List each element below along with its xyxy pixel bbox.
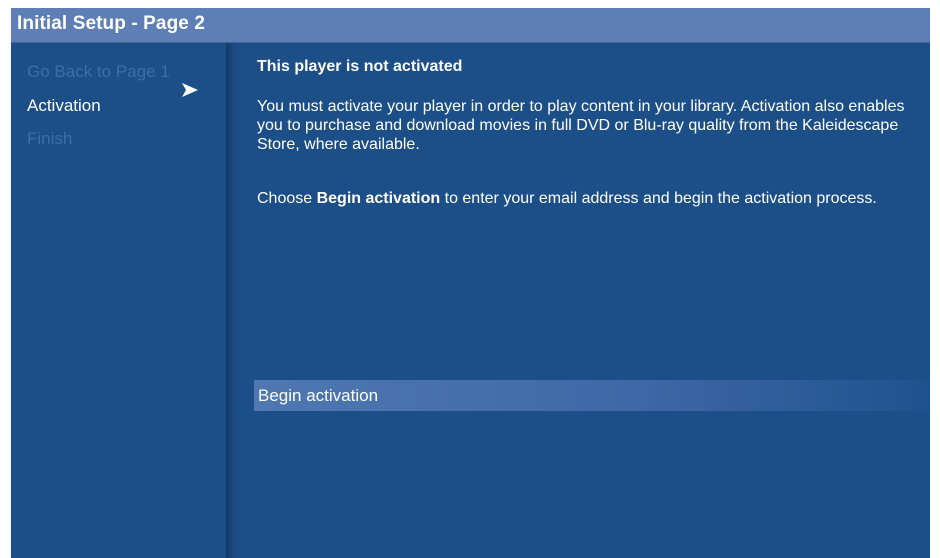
instructions-suffix: to enter your email address and begin th… <box>440 190 877 207</box>
arrow-right-icon <box>182 83 198 97</box>
instructions-prefix: Choose <box>257 190 317 207</box>
main-content: This player is not activated You must ac… <box>242 43 930 558</box>
instructions-emphasis: Begin activation <box>316 190 441 207</box>
activation-description: You must activate your player in order t… <box>257 98 905 153</box>
activation-instructions: Choose Begin activation to enter your em… <box>257 189 922 208</box>
page-title: Initial Setup - Page 2 <box>17 13 206 34</box>
activation-heading: This player is not activated <box>257 58 463 75</box>
sidebar-item-finish[interactable]: Finish <box>27 129 72 149</box>
title-bar: Initial Setup - Page 2 <box>11 8 930 43</box>
sidebar-divider <box>226 43 242 558</box>
setup-window: Initial Setup - Page 2 Go Back to Page 1… <box>11 8 930 558</box>
sidebar: Go Back to Page 1 Activation Finish <box>11 43 226 558</box>
sidebar-item-go-back[interactable]: Go Back to Page 1 <box>27 62 170 82</box>
sidebar-item-activation[interactable]: Activation <box>27 96 101 116</box>
begin-activation-button[interactable]: Begin activation <box>254 380 930 411</box>
begin-activation-label: Begin activation <box>258 386 379 405</box>
